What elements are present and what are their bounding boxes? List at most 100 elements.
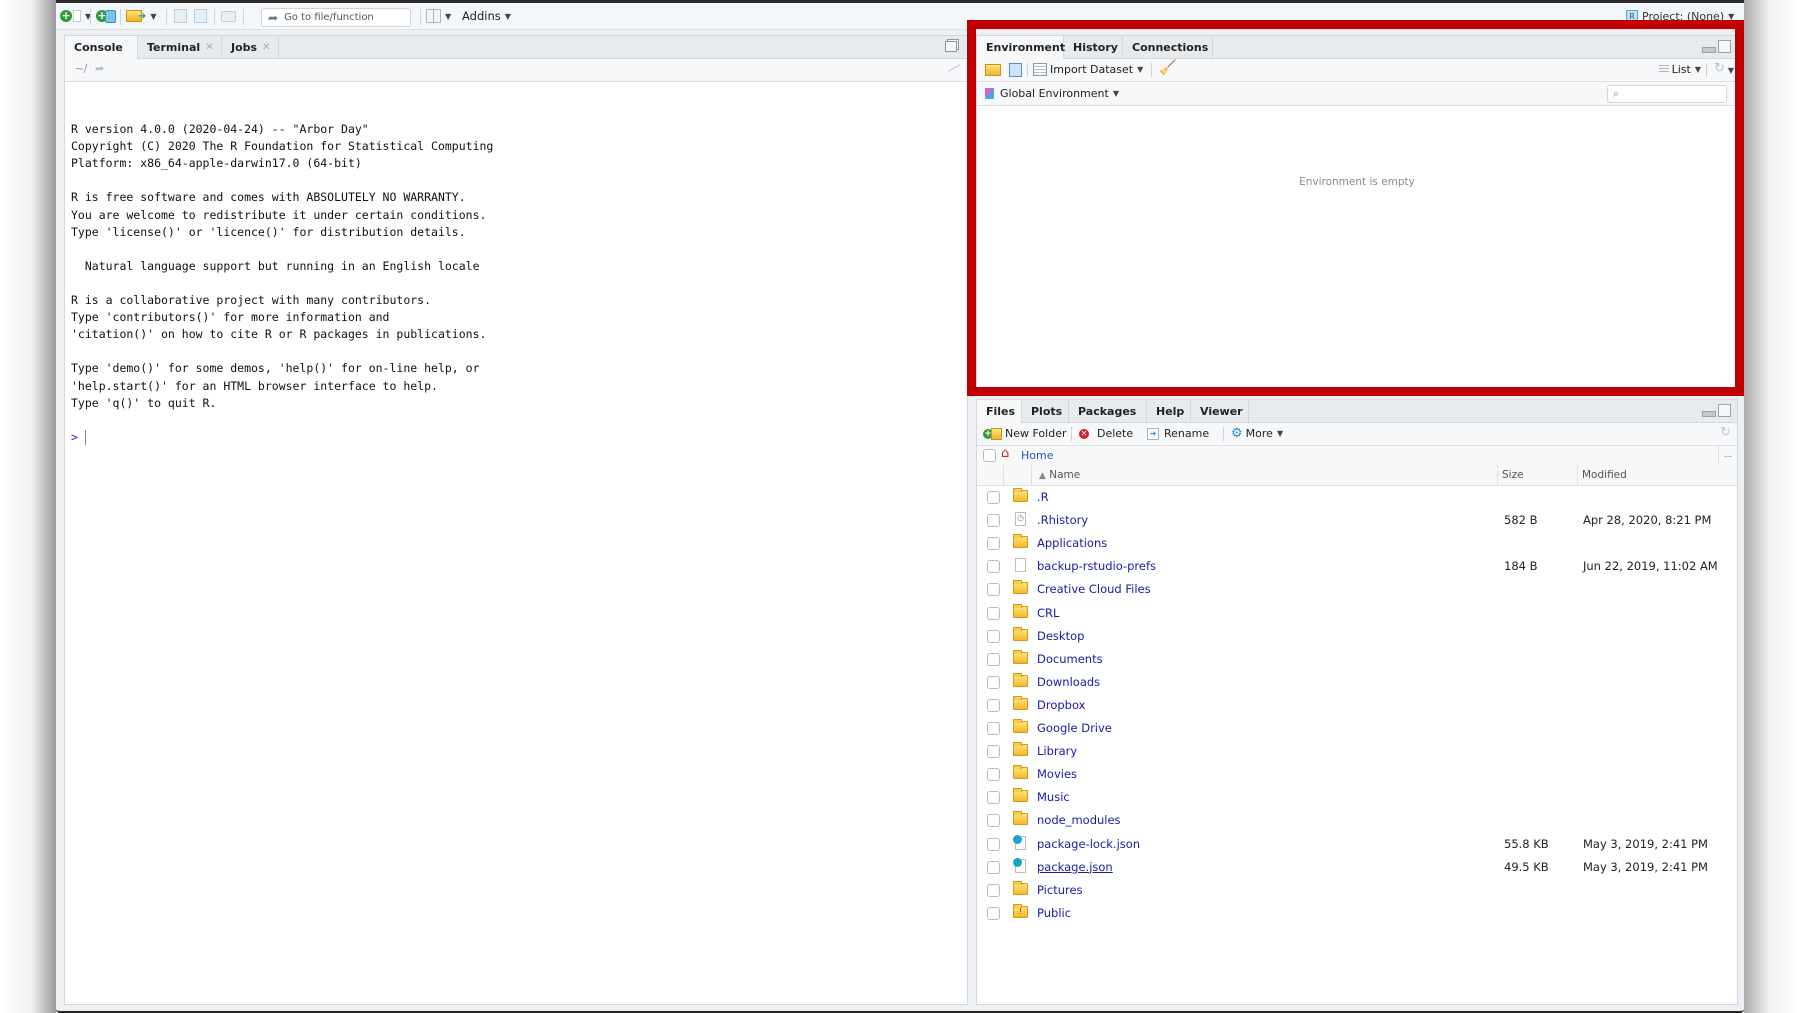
file-checkbox[interactable] [987, 537, 1000, 551]
file-row[interactable]: node_modules [977, 809, 1737, 832]
open-file-button[interactable]: ➜ ▼ [126, 7, 157, 25]
file-checkbox[interactable] [987, 860, 1000, 874]
global-environment-dropdown[interactable]: Global Environment ▼ [985, 87, 1119, 100]
file-name-link[interactable]: Public [1037, 906, 1071, 920]
file-row[interactable]: package.json 49.5 KB May 3, 2019, 2:41 PM [977, 856, 1737, 879]
tab-history[interactable]: History [1064, 36, 1123, 58]
file-row[interactable]: Creative Cloud Files [977, 578, 1737, 601]
maximize-pane-button[interactable] [1718, 404, 1731, 417]
tab-plots[interactable]: Plots [1022, 400, 1069, 422]
environment-search-input[interactable]: ⌕ [1607, 85, 1727, 103]
minimize-pane-button[interactable] [1702, 47, 1716, 53]
save-workspace-icon[interactable] [1009, 63, 1022, 77]
file-row[interactable]: package-lock.json 55.8 KB May 3, 2019, 2:4… [977, 833, 1737, 856]
file-row[interactable]: Music [977, 786, 1737, 809]
tab-connections[interactable]: Connections [1123, 36, 1213, 58]
file-row[interactable]: CRL [977, 602, 1737, 625]
maximize-pane-button[interactable] [1718, 40, 1731, 53]
file-checkbox[interactable] [987, 583, 1000, 597]
file-checkbox[interactable] [987, 560, 1000, 574]
goto-directory-icon[interactable]: ➦ [95, 62, 104, 75]
file-row[interactable]: ◷ .Rhistory 582 B Apr 28, 2020, 8:21 PM [977, 509, 1737, 532]
file-row[interactable]: Documents [977, 648, 1737, 671]
file-row[interactable]: .R [977, 486, 1737, 509]
save-button[interactable] [174, 7, 187, 25]
delete-button[interactable]: ✕ Delete [1079, 427, 1133, 440]
file-name-link[interactable]: Google Drive [1037, 721, 1112, 735]
file-checkbox[interactable] [987, 698, 1000, 712]
file-checkbox[interactable] [987, 837, 1000, 851]
file-checkbox[interactable] [987, 745, 1000, 759]
file-name-link[interactable]: Movies [1037, 767, 1077, 781]
file-name-link[interactable]: Creative Cloud Files [1037, 582, 1151, 596]
console-output[interactable]: R version 4.0.0 (2020-04-24) -- "Arbor D… [65, 82, 967, 1004]
file-checkbox[interactable] [987, 606, 1000, 620]
new-project-button[interactable]: + [96, 7, 116, 25]
file-name-link[interactable]: Library [1037, 744, 1077, 758]
file-checkbox[interactable] [987, 883, 1000, 897]
file-name-link[interactable]: backup-rstudio-prefs [1037, 559, 1156, 573]
tab-packages[interactable]: Packages [1069, 400, 1147, 422]
refresh-icon[interactable]: ↻ [1720, 425, 1731, 440]
file-row[interactable]: Desktop [977, 625, 1737, 648]
clear-console-broom-icon[interactable]: ⟋ [947, 60, 962, 78]
column-header-modified[interactable]: Modified [1582, 469, 1627, 481]
file-name-link[interactable]: Desktop [1037, 629, 1084, 643]
file-row[interactable]: Movies [977, 763, 1737, 786]
select-all-checkbox[interactable] [983, 449, 996, 462]
file-name-link[interactable]: .Rhistory [1037, 513, 1088, 527]
file-name-link[interactable]: Downloads [1037, 675, 1100, 689]
tab-environment[interactable]: Environment [977, 36, 1065, 59]
refresh-icon[interactable]: ↻ [1714, 61, 1725, 76]
tab-files[interactable]: Files [977, 400, 1022, 423]
minimize-pane-button[interactable] [1702, 411, 1716, 417]
file-row[interactable]: Applications [977, 532, 1737, 555]
file-name-link[interactable]: Applications [1037, 536, 1107, 550]
more-button[interactable]: ⚙ More ▼ [1231, 426, 1283, 441]
file-checkbox[interactable] [987, 814, 1000, 828]
file-name-link[interactable]: Pictures [1037, 883, 1083, 897]
breadcrumb-home[interactable]: Home [1021, 449, 1053, 462]
go-to-directory-button[interactable]: ... [1718, 446, 1737, 465]
file-name-link[interactable]: Documents [1037, 652, 1103, 666]
file-name-link[interactable]: node_modules [1037, 813, 1121, 827]
file-name-link[interactable]: package.json [1037, 860, 1113, 874]
file-row[interactable]: Pictures [977, 879, 1737, 902]
file-row[interactable]: backup-rstudio-prefs 184 B Jun 22, 2019, 1… [977, 555, 1737, 578]
file-checkbox[interactable] [987, 768, 1000, 782]
file-checkbox[interactable] [987, 491, 1000, 504]
print-button[interactable] [221, 7, 236, 25]
tab-terminal[interactable]: Terminal ✕ [138, 36, 222, 58]
restore-pane-button[interactable] [945, 41, 957, 52]
file-checkbox[interactable] [987, 514, 1000, 528]
rename-button[interactable]: ➜ Rename [1147, 427, 1209, 440]
file-row[interactable]: Dropbox [977, 694, 1737, 717]
file-name-link[interactable]: Dropbox [1037, 698, 1085, 712]
goto-file-function-input[interactable]: ➦ Go to file/function [261, 8, 411, 27]
file-name-link[interactable]: package-lock.json [1037, 837, 1140, 851]
close-icon[interactable]: ✕ [205, 42, 213, 53]
console-prompt-line[interactable]: > [71, 429, 493, 446]
tab-jobs[interactable]: Jobs ✕ [222, 36, 279, 58]
project-menu[interactable]: R Project: (None) ▼ [1626, 7, 1734, 25]
new-file-button[interactable]: + ▼ [60, 7, 91, 25]
file-row[interactable]: Library [977, 740, 1737, 763]
tab-viewer[interactable]: Viewer [1191, 400, 1249, 422]
file-name-link[interactable]: .R [1037, 490, 1049, 504]
tab-help[interactable]: Help [1147, 400, 1191, 422]
file-row[interactable]: Downloads [977, 671, 1737, 694]
file-name-link[interactable]: Music [1037, 790, 1070, 804]
file-checkbox[interactable] [987, 906, 1000, 920]
file-checkbox[interactable] [987, 722, 1000, 735]
column-header-size[interactable]: Size [1502, 469, 1524, 481]
file-checkbox[interactable] [987, 629, 1000, 643]
close-icon[interactable]: ✕ [262, 42, 270, 53]
addins-menu[interactable]: Addins ▼ [462, 7, 511, 25]
pane-layout-button[interactable]: ▼ [426, 7, 451, 25]
load-workspace-icon[interactable] [985, 64, 1001, 76]
clear-environment-broom-icon[interactable]: 🧹 [1159, 60, 1176, 76]
file-checkbox[interactable] [987, 791, 1000, 805]
file-checkbox[interactable] [987, 652, 1000, 666]
file-row[interactable]: Google Drive [977, 717, 1737, 740]
column-header-name[interactable]: ▲ Name [1039, 469, 1080, 481]
